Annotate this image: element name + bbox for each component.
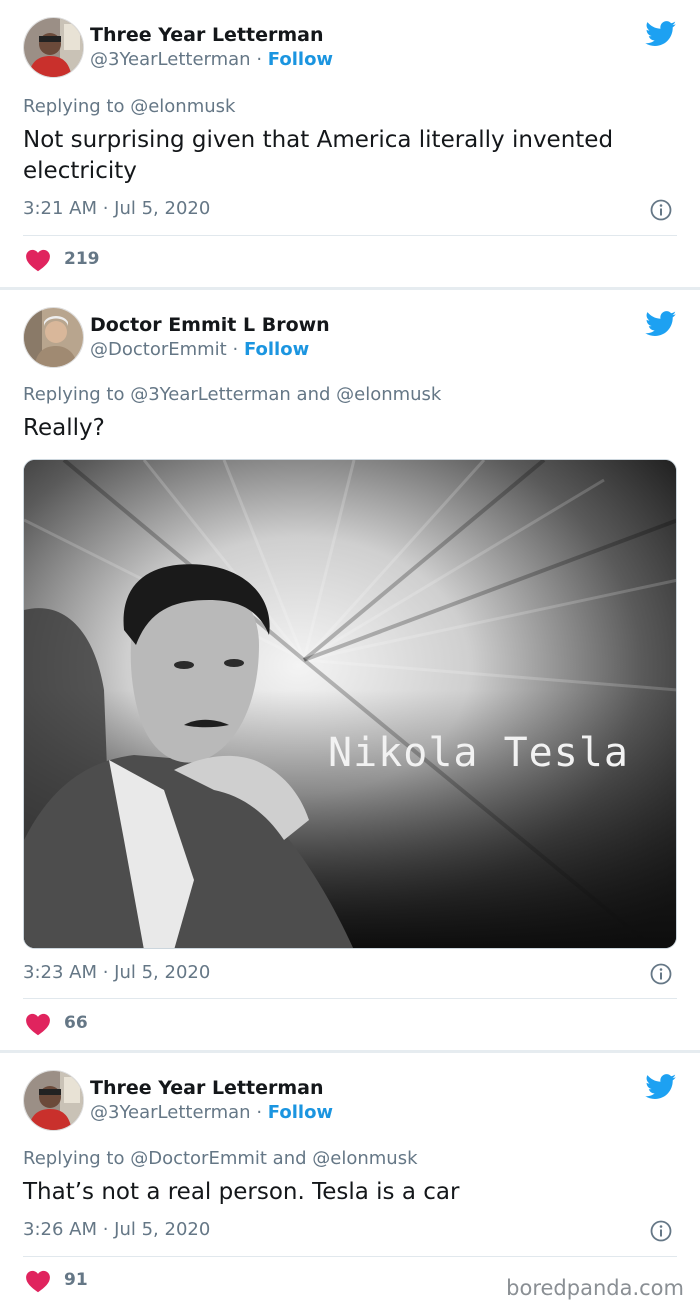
twitter-bird-icon[interactable]: [645, 21, 677, 47]
reply-context: Replying to @DoctorEmmit and @elonmusk: [23, 1148, 418, 1169]
tweet-text: Not surprising given that America litera…: [23, 127, 614, 184]
author-name[interactable]: Three Year Letterman: [90, 23, 333, 47]
timestamp[interactable]: 3:21 AM · Jul 5, 2020: [23, 198, 210, 219]
tweet-text: Really?: [23, 415, 105, 441]
heart-icon[interactable]: [25, 1012, 51, 1036]
timestamp[interactable]: 3:26 AM · Jul 5, 2020: [23, 1219, 210, 1240]
author-name[interactable]: Doctor Emmit L Brown: [90, 313, 330, 337]
reply-prefix: Replying to: [23, 1148, 125, 1169]
watermark: boredpanda.com: [506, 1276, 684, 1300]
timestamp[interactable]: 3:23 AM · Jul 5, 2020: [23, 962, 210, 983]
author-handle[interactable]: @3YearLetterman: [90, 49, 251, 70]
info-icon[interactable]: [650, 199, 672, 221]
like-count: 66: [64, 1013, 88, 1033]
reply-mentions[interactable]: @DoctorEmmit and @elonmusk: [130, 1148, 417, 1169]
reply-prefix: Replying to: [23, 384, 125, 405]
info-icon[interactable]: [650, 1220, 672, 1242]
divider: [23, 1256, 677, 1257]
follow-button[interactable]: Follow: [268, 49, 333, 70]
like-count: 219: [64, 249, 100, 269]
heart-icon[interactable]: [25, 248, 51, 272]
separator: ·: [232, 339, 239, 360]
divider: [23, 998, 677, 999]
follow-button[interactable]: Follow: [268, 1102, 333, 1123]
twitter-bird-icon[interactable]: [645, 311, 677, 337]
avatar[interactable]: [23, 307, 84, 368]
avatar[interactable]: [23, 17, 84, 78]
tweet-text: That’s not a real person. Tesla is a car: [23, 1179, 460, 1205]
reply-mentions[interactable]: @3YearLetterman and @elonmusk: [130, 384, 441, 405]
divider: [23, 235, 677, 236]
twitter-bird-icon[interactable]: [645, 1074, 677, 1100]
tweet-card: Doctor Emmit L Brown @DoctorEmmit · Foll…: [0, 290, 700, 1050]
author-handle[interactable]: @3YearLetterman: [90, 1102, 251, 1123]
tweet-image[interactable]: Nikola Tesla: [23, 459, 677, 949]
tweet-card: Three Year Letterman @3YearLetterman · F…: [0, 0, 700, 287]
like-count: 91: [64, 1270, 88, 1290]
tesla-portrait-image: [24, 460, 676, 948]
separator: ·: [256, 49, 263, 70]
reply-context: Replying to @elonmusk: [23, 96, 235, 117]
tweet-header: Doctor Emmit L Brown @DoctorEmmit · Foll…: [23, 307, 677, 369]
reply-prefix: Replying to: [23, 96, 125, 117]
tweet-card: Three Year Letterman @3YearLetterman · F…: [0, 1053, 700, 1309]
tweet-header: Three Year Letterman @3YearLetterman · F…: [23, 1070, 677, 1132]
reply-context: Replying to @3YearLetterman and @elonmus…: [23, 384, 441, 405]
info-icon[interactable]: [650, 963, 672, 985]
author-name[interactable]: Three Year Letterman: [90, 1076, 333, 1100]
heart-icon[interactable]: [25, 1269, 51, 1293]
reply-mentions[interactable]: @elonmusk: [130, 96, 235, 117]
image-caption: Nikola Tesla: [328, 730, 629, 776]
avatar[interactable]: [23, 1070, 84, 1131]
follow-button[interactable]: Follow: [244, 339, 309, 360]
tweet-header: Three Year Letterman @3YearLetterman · F…: [23, 17, 677, 79]
author-handle[interactable]: @DoctorEmmit: [90, 339, 227, 360]
separator: ·: [256, 1102, 263, 1123]
